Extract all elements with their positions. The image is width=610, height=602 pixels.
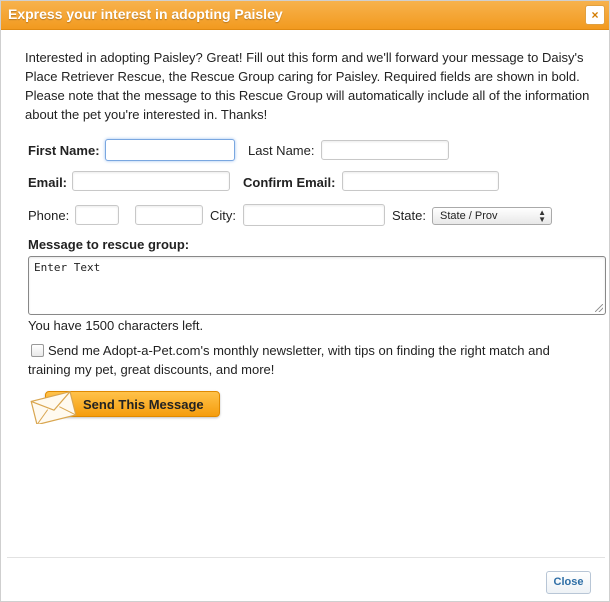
close-button[interactable]: Close — [546, 571, 591, 594]
envelope-icon — [30, 390, 77, 424]
dialog-titlebar: Express your interest in adopting Paisle… — [1, 1, 609, 30]
email-label: Email: — [28, 175, 68, 190]
newsletter-checkbox[interactable] — [31, 344, 44, 357]
message-label: Message to rescue group: — [28, 237, 190, 252]
dialog-title: Express your interest in adopting Paisle… — [8, 6, 283, 22]
confirm-email-label: Confirm Email: — [243, 175, 336, 190]
message-textarea[interactable]: Enter Text — [28, 256, 606, 315]
city-field[interactable] — [243, 204, 385, 226]
close-icon[interactable]: × — [585, 5, 605, 25]
city-label: City: — [210, 208, 236, 223]
footer-divider — [7, 557, 605, 558]
confirm-email-field[interactable] — [342, 171, 499, 191]
select-arrows-icon: ▲ ▼ — [538, 208, 546, 224]
first-name-label: First Name: — [28, 143, 100, 158]
message-placeholder: Enter Text — [34, 261, 101, 274]
newsletter-label: Send me Adopt-a-Pet.com's monthly newsle… — [28, 343, 550, 377]
last-name-label: Last Name: — [248, 143, 315, 158]
last-name-field[interactable] — [321, 140, 449, 160]
state-label: State: — [392, 208, 426, 223]
state-select[interactable]: State / Prov ▲ ▼ — [432, 207, 552, 225]
resize-handle-icon[interactable] — [595, 304, 603, 312]
phone-number-field[interactable] — [135, 205, 203, 225]
state-select-value: State / Prov — [440, 210, 498, 222]
email-field[interactable] — [72, 171, 230, 191]
phone-area-field[interactable] — [75, 205, 119, 225]
first-name-field[interactable] — [105, 139, 235, 161]
intro-text: Interested in adopting Paisley? Great! F… — [25, 50, 590, 122]
phone-label: Phone: — [28, 208, 70, 223]
characters-left: You have 1500 characters left. — [28, 318, 204, 333]
adoption-dialog: Express your interest in adopting Paisle… — [0, 0, 610, 602]
send-message-label: Send This Message — [83, 397, 204, 412]
